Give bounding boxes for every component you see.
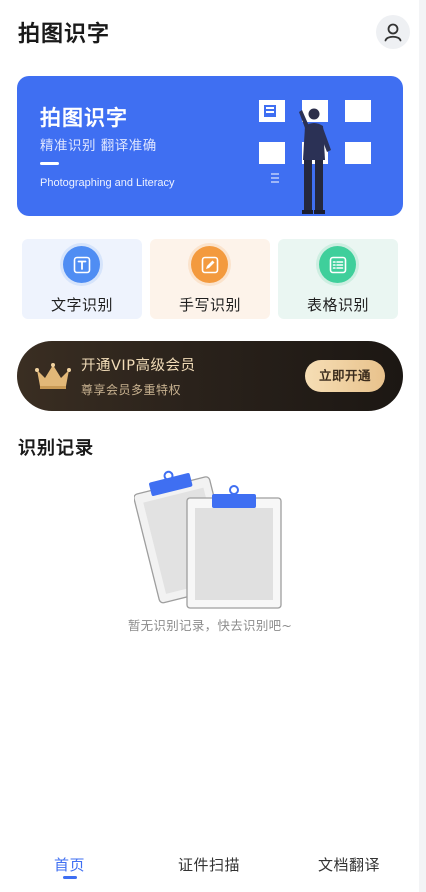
tab-id-scan[interactable]: 证件扫描 [178,854,240,875]
text-t-icon [63,246,100,283]
banner-title: 拍图识字 [40,106,128,130]
page-title: 拍图识字 [18,22,111,47]
bottom-tab-bar: 首页 证件扫描 文档翻译 [0,844,426,892]
active-tab-indicator [63,876,77,879]
banner-subtitle: 精准识别 翻译准确 [40,138,157,154]
table-recognition-label: 表格识别 [306,296,369,314]
scrollbar-track [419,0,426,892]
user-profile-button[interactable] [376,15,410,49]
records-section-title: 识别记录 [18,438,94,459]
table-recognition-card[interactable]: 表格识别 [278,239,398,319]
vip-subtitle: 尊享会员多重特权 [81,383,182,397]
person-reading-illustration [259,100,371,214]
handwriting-recognition-card[interactable]: 手写识别 [150,239,270,319]
pen-icon [191,246,228,283]
banner-divider [40,162,59,165]
activate-vip-button[interactable]: 立即开通 [305,360,385,392]
banner-english-caption: Photographing and Literacy [40,177,175,189]
text-recognition-label: 文字识别 [50,296,113,314]
vip-membership-banner[interactable]: 开通VIP高级会员 尊享会员多重特权 立即开通 [17,341,403,411]
text-recognition-card[interactable]: 文字识别 [22,239,142,319]
handwriting-recognition-label: 手写识别 [178,296,241,314]
top-header: 拍图识字 [0,0,426,64]
tab-home[interactable]: 首页 [54,854,85,875]
crown-icon [35,363,71,389]
tab-doc-translate[interactable]: 文档翻译 [318,854,380,875]
user-icon [384,23,402,42]
table-icon [319,246,356,283]
hero-banner[interactable]: 拍图识字 精准识别 翻译准确 Photographing and Literac… [17,76,403,216]
empty-state-text: 暂无识别记录，快去识别吧~ [127,618,293,633]
vip-title: 开通VIP高级会员 [81,358,196,374]
empty-clipboard-illustration [134,470,282,609]
